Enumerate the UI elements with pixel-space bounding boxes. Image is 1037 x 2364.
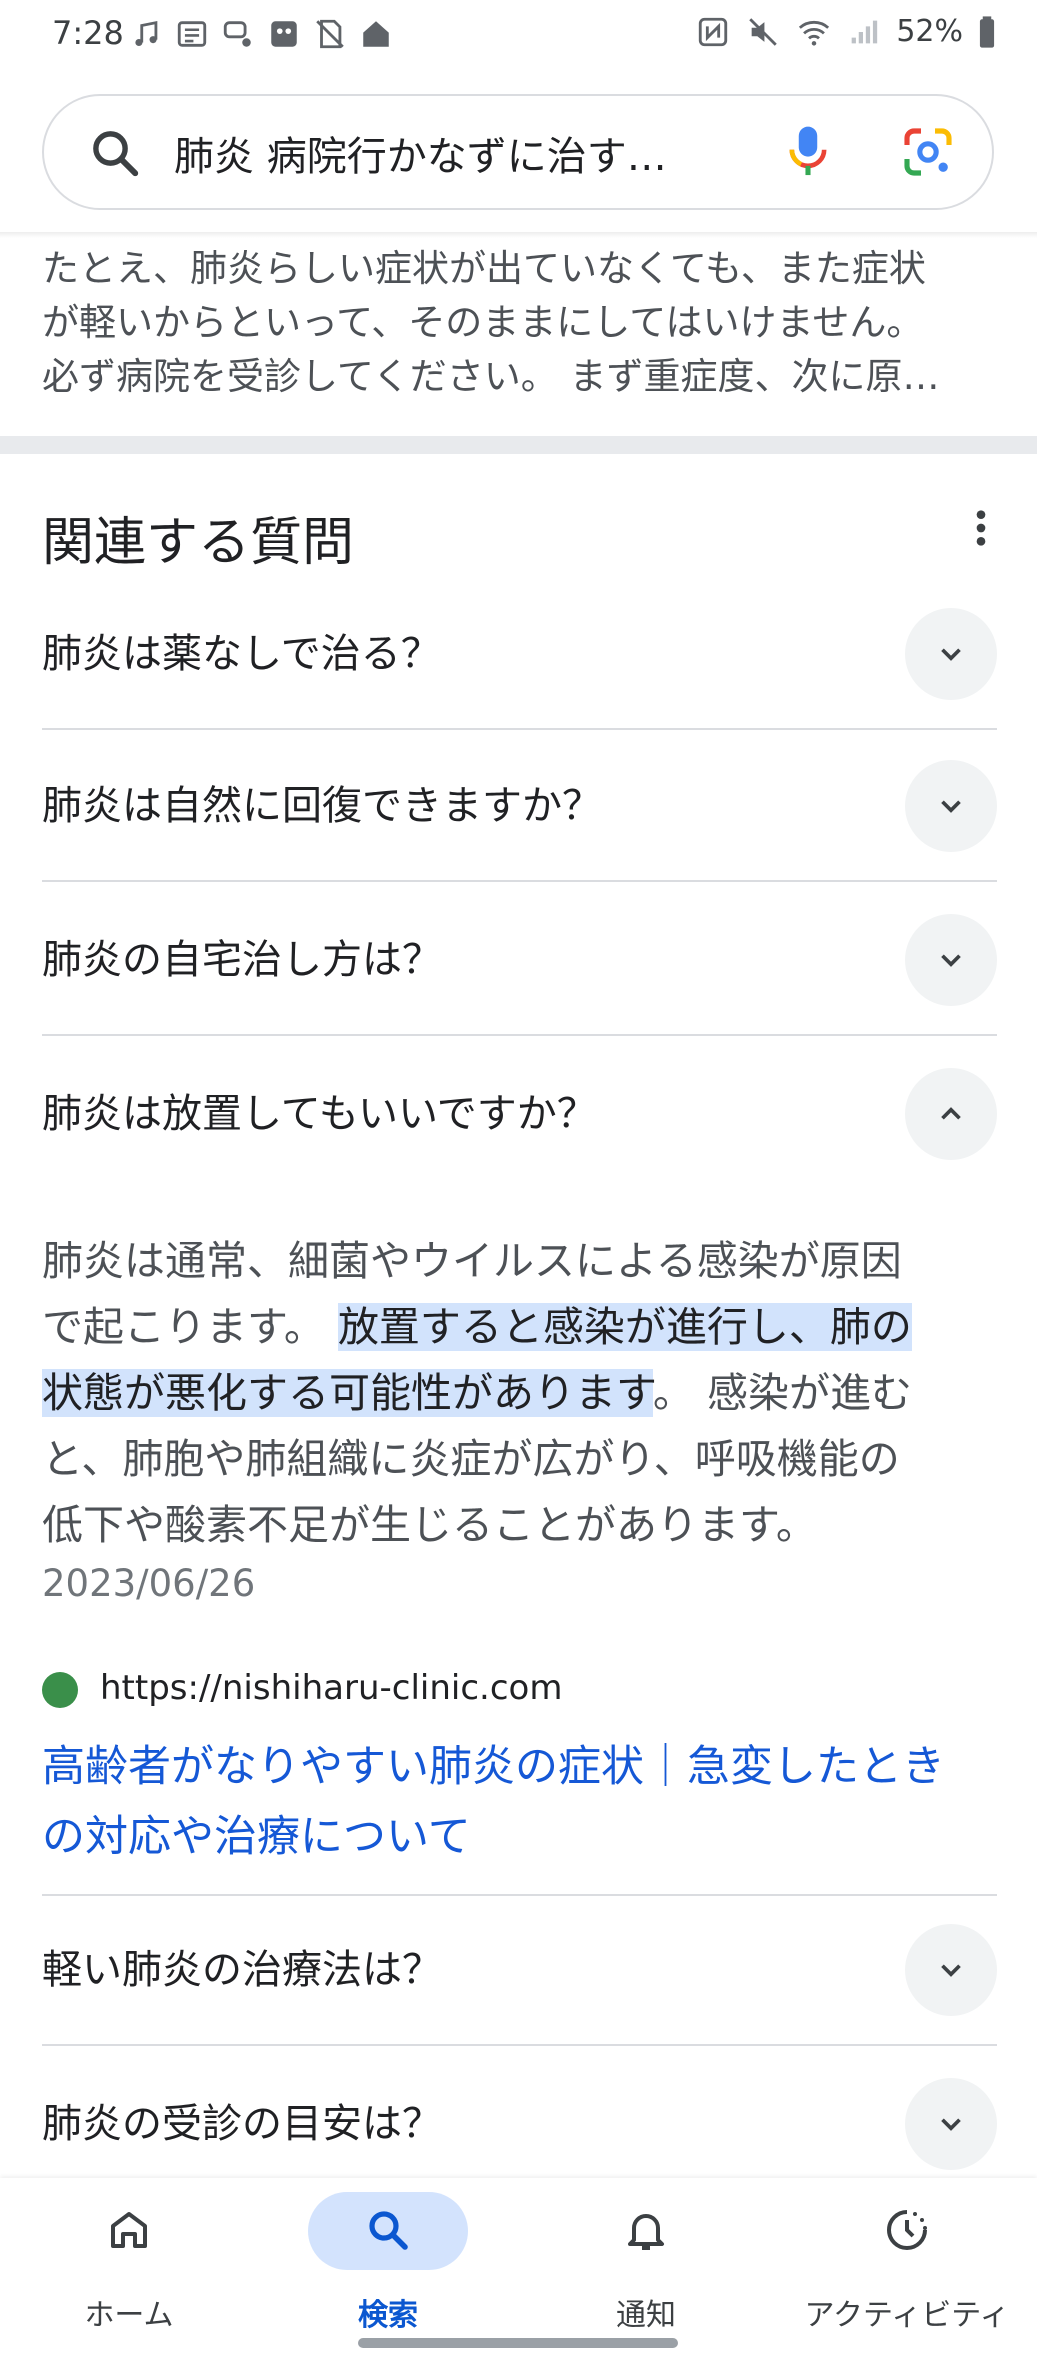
nav-home[interactable]: ホーム [29,2178,229,2333]
mic-icon[interactable] [780,122,836,186]
question-text[interactable]: 肺炎は薬なしで治る？ [42,578,441,730]
highlighted-text: 放置すると感染が進行し、肺の [337,1303,912,1351]
search-query[interactable]: 肺炎 病院行かなずに治す… [174,124,667,182]
question-row[interactable]: 肺炎の自宅治し方は？ [42,884,997,1036]
source-title-line[interactable]: 高齢者がなりやすい肺炎の症状｜急変したとき [42,1732,1012,1802]
system-icons: 52% [696,14,997,49]
chevron-down-icon [941,800,961,813]
expand-button[interactable] [905,914,997,1006]
answer-text: 肺炎は通常、細菌やウイルスによる感染が原因 で起こります。 放置すると感染が進行… [42,1228,1012,1558]
music-icon [128,17,164,51]
question-row[interactable]: 肺炎は自然に回復できますか？ [42,730,997,882]
answer-line: 。 感染が進む [652,1369,912,1417]
app-icon [266,17,302,51]
question-text[interactable]: 軽い肺炎の治療法は？ [42,1894,442,2046]
source-url[interactable]: https://nishiharu-clinic.com [100,1668,562,1708]
header-shadow [0,232,1037,238]
answer-line: と、肺胞や肺組織に炎症が広がり、呼吸機能の [42,1435,900,1483]
snippet-line: たとえ、肺炎らしい症状が出ていなくても、また症状 [42,247,926,290]
bell-icon [628,2214,664,2250]
divider [42,880,997,882]
gesture-bar[interactable] [358,2338,678,2348]
answer-line: で起こります。 [42,1303,338,1351]
chevron-down-icon [941,2118,961,2131]
expand-button[interactable] [905,608,997,700]
signal-icon [846,15,882,49]
chevron-down-icon [941,954,961,967]
nav-search[interactable]: 検索 [288,2178,488,2333]
divider [42,2044,997,2046]
home-icon [111,2212,147,2248]
source-title-link[interactable]: 高齢者がなりやすい肺炎の症状｜急変したとき の対応や治療について [42,1732,1012,1872]
section-separator [0,436,1037,454]
bottom-navigation: ホーム 検索 通知 アクティビティ [0,2178,1037,2364]
question-row-expanded[interactable]: 肺炎は放置してもいいですか？ [42,1038,997,1190]
question-text[interactable]: 肺炎の自宅治し方は？ [42,884,442,1036]
question-text[interactable]: 肺炎は自然に回復できますか？ [42,730,602,882]
notification-icons [128,14,394,54]
answer-date: 2023/06/26 [42,1562,256,1605]
search-bar[interactable]: 肺炎 病院行かなずに治す… [42,94,994,210]
status-time: 7:28 [52,14,124,52]
lens-icon[interactable] [900,124,956,184]
no-sim-icon [312,17,348,51]
question-row[interactable]: 軽い肺炎の治療法は？ [42,1894,997,2046]
snippet-line: 必ず病院を受診してください。 まず重症度、次に原… [42,355,940,398]
chevron-down-icon [941,648,961,661]
nfc-icon [696,15,732,49]
answer-line: 低下や酸素不足が生じることがあります。 [42,1501,817,1549]
expand-button[interactable] [905,1924,997,2016]
nav-activity[interactable]: アクティビティ [797,2178,1017,2333]
nav-label: ホーム [84,2298,174,2333]
nav-label: 検索 [358,2298,418,2333]
snippet-line: が軽いからといって、そのままにしてはいけません。 [42,301,924,344]
status-bar: 7:28 52% [0,0,1037,72]
question-row[interactable]: 肺炎は薬なしで治る？ [42,578,997,730]
search-icon [369,2211,408,2250]
home-app-icon [358,17,394,51]
battery-icon [977,15,997,49]
highlighted-text: 状態が悪化する可能性があります [42,1369,653,1417]
news-icon [174,17,210,51]
more-options-icon[interactable] [968,508,994,552]
nav-label: 通知 [616,2298,676,2333]
chevron-up-icon [941,1107,961,1120]
related-questions-title: 関連する質問 [42,513,355,573]
answer-line: 肺炎は通常、細菌やウイルスによる感染が原因 [42,1237,902,1285]
chevron-down-icon [941,1964,961,1977]
battery-percent: 52% [896,14,963,49]
result-snippet: たとえ、肺炎らしい症状が出ていなくても、また症状 が軽いからといって、そのままに… [42,242,997,404]
activity-icon [887,2210,927,2250]
source-title-line[interactable]: の対応や治療について [42,1802,1012,1872]
expand-button[interactable] [905,2078,997,2170]
mute-icon [746,15,782,49]
search-icon[interactable] [88,126,142,184]
question-text[interactable]: 肺炎は放置してもいいですか？ [42,1038,597,1190]
nav-label: アクティビティ [804,2298,1010,2333]
nav-notifications[interactable]: 通知 [546,2178,746,2333]
expand-button[interactable] [905,760,997,852]
collapse-button[interactable] [905,1068,997,1160]
chat-icon [220,17,256,51]
divider [42,1034,997,1036]
wifi-icon [796,15,832,49]
site-favicon [42,1672,78,1708]
